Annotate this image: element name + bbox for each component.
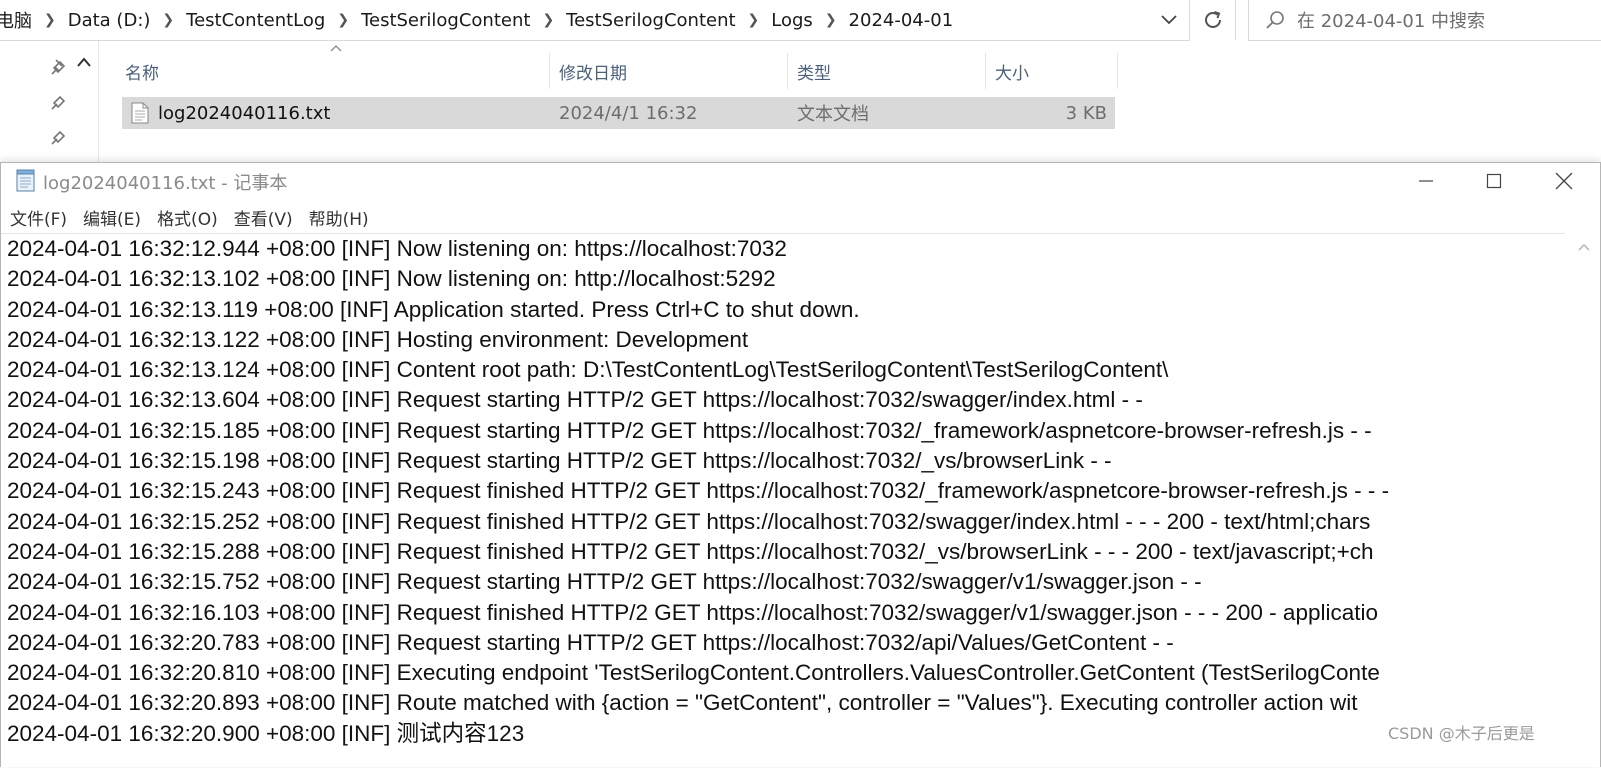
log-line: 2024-04-01 16:32:15.288 +08:00 [INF] Req… (7, 538, 1374, 564)
text-editor-area[interactable]: 2024-04-01 16:32:12.944 +08:00 [INF] Now… (1, 233, 1565, 768)
log-line: 2024-04-01 16:32:13.102 +08:00 [INF] Now… (7, 266, 776, 292)
column-header-size[interactable]: 大小 (987, 57, 1117, 85)
title-bar[interactable]: log2024040116.txt - 记事本 (1, 163, 1600, 199)
column-header-modified[interactable]: 修改日期 (551, 57, 787, 85)
pin-icon[interactable] (50, 128, 68, 146)
breadcrumb-item-testserilogcontent-sub[interactable]: TestSerilogContent (562, 10, 739, 31)
pin-icon[interactable] (50, 58, 68, 76)
minimize-icon (1419, 180, 1433, 182)
navigation-pane (0, 41, 99, 162)
watermark: CSDN @木子后更是 (1388, 724, 1535, 743)
log-line: 2024-04-01 16:32:20.783 +08:00 [INF] Req… (7, 629, 1174, 655)
pin-icon[interactable] (50, 93, 68, 111)
breadcrumb-item-date-folder[interactable]: 2024-04-01 (845, 10, 958, 31)
file-type: 文本文档 (797, 104, 869, 125)
menu-file[interactable]: 文件(F) (1, 205, 74, 230)
sort-ascending-icon (330, 45, 342, 52)
chevron-right-icon[interactable]: ❯ (36, 12, 64, 28)
log-line: 2024-04-01 16:32:13.124 +08:00 [INF] Con… (7, 357, 1169, 383)
column-divider[interactable] (787, 53, 788, 89)
vertical-scrollbar[interactable] (1567, 233, 1600, 767)
breadcrumb: 电脑 ❯ Data (D:) ❯ TestContentLog ❯ TestSe… (0, 0, 957, 40)
log-line: 2024-04-01 16:32:12.944 +08:00 [INF] Now… (7, 236, 787, 261)
log-line: 2024-04-01 16:32:15.252 +08:00 [INF] Req… (7, 508, 1371, 534)
log-line: 2024-04-01 16:32:15.243 +08:00 [INF] Req… (7, 478, 1390, 504)
chevron-right-icon[interactable]: ❯ (329, 12, 357, 28)
column-divider[interactable] (549, 53, 550, 89)
breadcrumb-item-testserilogcontent[interactable]: TestSerilogContent (357, 10, 534, 31)
notepad-window: log2024040116.txt - 记事本 文件(F) 编辑(E) 格式(O… (0, 162, 1601, 767)
scroll-up-arrow-icon[interactable] (1576, 241, 1592, 253)
log-line: 2024-04-01 16:32:15.752 +08:00 [INF] Req… (7, 569, 1202, 595)
breadcrumb-item-testcontentlog[interactable]: TestContentLog (182, 10, 329, 31)
search-input[interactable]: 在 2024-04-01 中搜索 (1248, 0, 1601, 41)
close-button[interactable] (1531, 163, 1597, 199)
search-icon (1266, 11, 1284, 29)
file-list: 名称 修改日期 类型 大小 log2024040116.txt 2024/4/1… (99, 41, 1139, 162)
column-divider[interactable] (1117, 53, 1118, 89)
menu-bar: 文件(F) 编辑(E) 格式(O) 查看(V) 帮助(H) (1, 203, 376, 231)
log-line: 2024-04-01 16:32:15.198 +08:00 [INF] Req… (7, 448, 1112, 474)
search-placeholder: 在 2024-04-01 中搜索 (1297, 11, 1486, 32)
minimize-button[interactable] (1393, 163, 1459, 199)
chevron-up-icon[interactable] (76, 55, 92, 69)
chevron-down-icon (1161, 15, 1177, 25)
log-line: 2024-04-01 16:32:13.119 +08:00 [INF] App… (7, 296, 860, 322)
address-history-dropdown[interactable] (1148, 0, 1189, 40)
log-line: 2024-04-01 16:32:20.893 +08:00 [INF] Rou… (7, 690, 1358, 716)
address-bar[interactable]: 电脑 ❯ Data (D:) ❯ TestContentLog ❯ TestSe… (0, 0, 1190, 41)
maximize-button[interactable] (1461, 163, 1527, 199)
refresh-button[interactable] (1189, 0, 1236, 40)
close-icon (1555, 172, 1573, 190)
file-modified-date: 2024/4/1 16:32 (559, 102, 698, 124)
log-line: 2024-04-01 16:32:20.810 +08:00 [INF] Exe… (7, 660, 1380, 686)
log-line: 2024-04-01 16:32:13.604 +08:00 [INF] Req… (7, 387, 1143, 413)
window-title: log2024040116.txt - 记事本 (43, 173, 288, 194)
menu-view[interactable]: 查看(V) (225, 205, 300, 230)
chevron-right-icon[interactable]: ❯ (740, 12, 768, 28)
chevron-right-icon[interactable]: ❯ (817, 12, 845, 28)
breadcrumb-item-drive[interactable]: Data (D:) (64, 10, 155, 31)
log-line: 2024-04-01 16:32:13.122 +08:00 [INF] Hos… (7, 326, 749, 352)
text-file-icon (131, 102, 149, 124)
maximize-icon (1486, 173, 1502, 189)
log-line: 2024-04-01 16:32:15.185 +08:00 [INF] Req… (7, 417, 1372, 443)
log-lines: 2024-04-01 16:32:12.944 +08:00 [INF] Now… (7, 234, 1565, 749)
chevron-right-icon[interactable]: ❯ (154, 12, 182, 28)
menu-edit[interactable]: 编辑(E) (74, 205, 148, 230)
log-line: 2024-04-01 16:32:20.900 +08:00 [INF] 测试内… (7, 720, 525, 746)
column-divider[interactable] (985, 53, 986, 89)
notepad-icon (16, 169, 35, 192)
chevron-right-icon[interactable]: ❯ (534, 12, 562, 28)
file-row-selected[interactable]: log2024040116.txt 2024/4/1 16:32 文本文档 3 … (122, 97, 1115, 129)
menu-help[interactable]: 帮助(H) (300, 205, 376, 230)
log-line: 2024-04-01 16:32:16.103 +08:00 [INF] Req… (7, 599, 1378, 625)
menu-format[interactable]: 格式(O) (148, 205, 225, 230)
column-header-name[interactable]: 名称 (117, 57, 547, 85)
file-size: 3 KB (1065, 102, 1107, 124)
file-explorer-window: 电脑 ❯ Data (D:) ❯ TestContentLog ❯ TestSe… (0, 0, 1601, 162)
breadcrumb-item-pc[interactable]: 电脑 (0, 7, 36, 33)
file-name[interactable]: log2024040116.txt (158, 103, 330, 124)
breadcrumb-item-logs[interactable]: Logs (767, 10, 817, 31)
refresh-icon (1204, 11, 1221, 28)
column-header-type[interactable]: 类型 (789, 57, 985, 85)
